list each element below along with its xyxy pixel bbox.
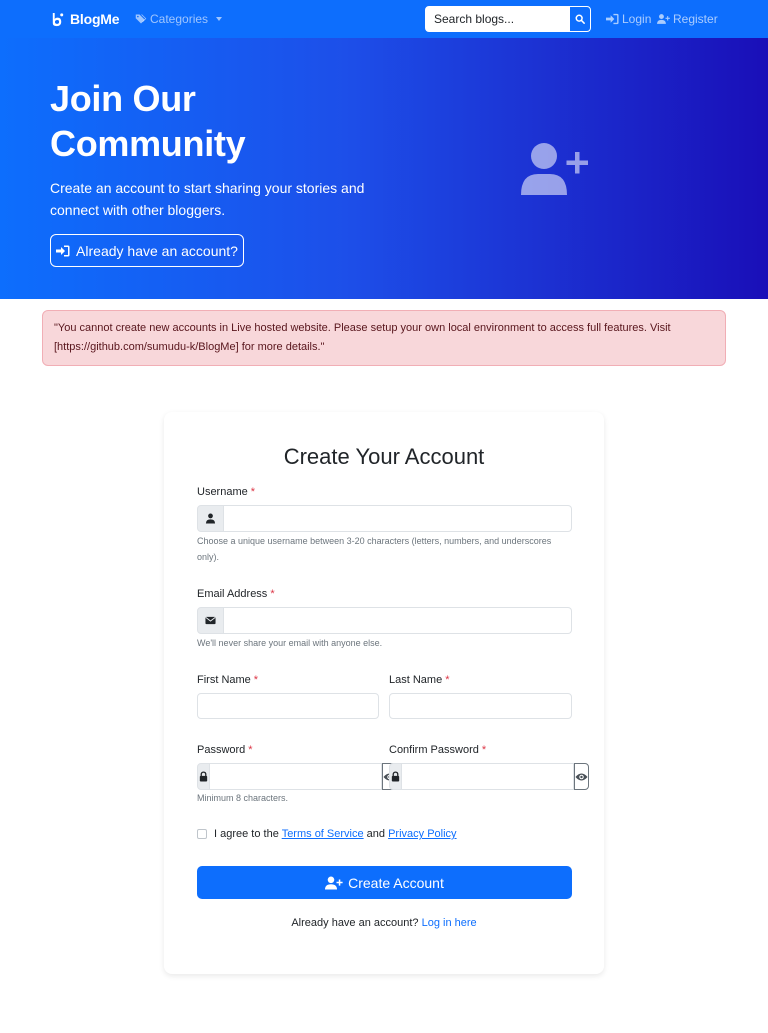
email-addon — [197, 607, 224, 634]
required-marker: * — [248, 744, 253, 756]
terms-checkbox[interactable] — [197, 829, 207, 839]
password-label: Password * — [197, 744, 253, 756]
terms-of-service-link[interactable]: Terms of Service — [282, 828, 364, 840]
chevron-down-icon — [216, 17, 223, 21]
nav-login-link[interactable]: Login — [606, 12, 651, 26]
login-redirect-button[interactable]: Already have an account? — [50, 234, 244, 267]
tags-icon — [135, 14, 147, 24]
required-marker: * — [481, 744, 487, 756]
lock-icon — [199, 771, 208, 782]
search-icon — [575, 14, 585, 24]
hero-banner: Join Our Community Create an account to … — [0, 38, 768, 299]
nav-register-label: Register — [673, 12, 718, 26]
create-account-button[interactable]: Create Account — [197, 866, 572, 899]
search-form — [425, 6, 591, 32]
username-help: Choose a unique username between 3-20 ch… — [197, 536, 552, 562]
categories-dropdown[interactable]: Categories — [135, 12, 223, 26]
nav-login-label: Login — [622, 12, 652, 26]
lock-icon — [391, 771, 400, 782]
confirm-password-label: Confirm Password * — [389, 744, 487, 756]
warning-alert: "You cannot create new accounts in Live … — [42, 310, 726, 366]
first-name-label: First Name * — [197, 674, 259, 686]
first-name-field[interactable] — [197, 693, 379, 719]
login-redirect-label: Already have an account? — [76, 242, 238, 259]
email-label: Email Address * — [197, 588, 275, 600]
eye-icon — [575, 773, 588, 780]
sign-in-icon — [606, 13, 619, 25]
last-name-label: Last Name * — [389, 674, 450, 686]
email-group — [197, 607, 572, 634]
form-title: Create Your Account — [283, 444, 485, 469]
username-group — [197, 505, 572, 532]
sign-in-icon — [56, 245, 70, 256]
terms-text: I agree to the Terms of Service and Priv… — [214, 828, 457, 840]
privacy-policy-link[interactable]: Privacy Policy — [388, 828, 456, 840]
username-addon — [197, 505, 224, 532]
alert-message: "You cannot create new accounts in Live … — [54, 322, 671, 353]
nav-register-link[interactable]: Register — [657, 12, 718, 26]
brand-link[interactable]: BlogMe — [50, 11, 120, 27]
username-label: Username * — [197, 486, 256, 498]
user-plus-icon — [521, 143, 588, 195]
confirm-password-group — [389, 763, 589, 790]
confirm-password-toggle-button[interactable] — [574, 763, 589, 790]
hero-subtitle: Create an account to start sharing your … — [50, 180, 365, 218]
user-plus-icon — [325, 876, 343, 889]
terms-row: I agree to the Terms of Service and Priv… — [197, 828, 457, 840]
search-input[interactable] — [425, 6, 569, 32]
confirm-password-addon — [389, 763, 402, 790]
email-help: We'll never share your email with anyone… — [197, 638, 383, 648]
registration-card: Create Your Account Username * Choose a u… — [164, 412, 604, 974]
password-group — [197, 763, 397, 790]
required-marker: * — [445, 674, 450, 686]
password-help: Minimum 8 characters. — [197, 793, 289, 803]
envelope-icon — [205, 616, 216, 625]
blog-logo-icon — [52, 12, 64, 26]
login-prompt: Already have an account? Log in here — [291, 917, 477, 929]
password-field[interactable] — [210, 763, 382, 790]
password-addon — [197, 763, 210, 790]
user-icon — [205, 513, 216, 524]
required-marker: * — [253, 674, 259, 686]
brand-name: BlogMe — [70, 11, 120, 27]
create-account-label: Create Account — [348, 874, 444, 891]
user-plus-icon — [657, 14, 670, 24]
required-marker: * — [270, 588, 275, 600]
required-marker: * — [250, 486, 256, 498]
login-here-link[interactable]: Log in here — [422, 917, 477, 929]
navbar: BlogMe Categories Login — [0, 0, 768, 38]
username-field[interactable] — [224, 505, 572, 532]
search-button[interactable] — [569, 6, 591, 32]
email-field[interactable] — [224, 607, 572, 634]
hero-title: Join Our Community — [50, 78, 246, 164]
confirm-password-field[interactable] — [402, 763, 574, 790]
categories-label: Categories — [150, 12, 209, 26]
last-name-field[interactable] — [389, 693, 572, 719]
